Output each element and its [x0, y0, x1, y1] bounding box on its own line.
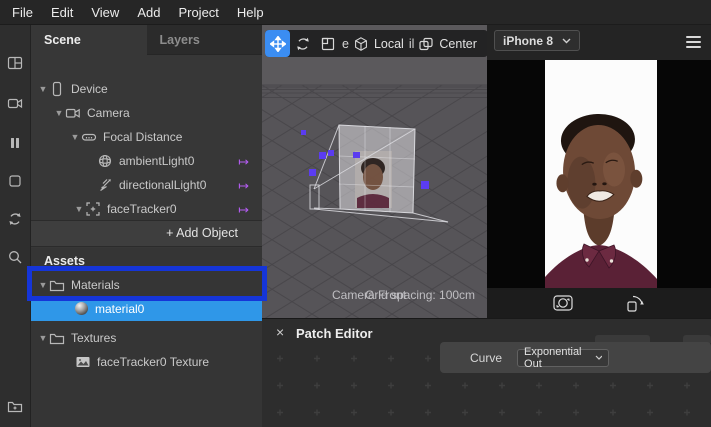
- chevron-down-icon[interactable]: ▼: [53, 108, 65, 118]
- tree-label: Camera: [87, 106, 130, 120]
- clipped-label-fragment: e: [342, 36, 349, 51]
- tree-row-ambient-light[interactable]: ambientLight0 ↦: [31, 149, 262, 173]
- grid-spacing-label: Grid spacing: 100cm: [365, 288, 476, 302]
- add-object-button[interactable]: + Add Object: [31, 220, 262, 247]
- curve-property-label: Curve: [470, 350, 503, 365]
- assets-label: faceTracker0 Texture: [97, 355, 210, 369]
- menu-project[interactable]: Project: [176, 5, 220, 20]
- rotate-device-icon[interactable]: [625, 293, 647, 313]
- cube-icon[interactable]: [351, 30, 371, 57]
- device-selector[interactable]: iPhone 8: [494, 30, 581, 51]
- tab-layers[interactable]: Layers: [146, 25, 262, 55]
- patch-editor-panel: × Patch Editor Curve Exponential Out: [262, 318, 711, 427]
- menu-bar: File Edit View Add Project Help: [0, 0, 711, 25]
- assets-row-textures[interactable]: ▼ Textures: [31, 327, 262, 349]
- tree-row-device[interactable]: ▼ Device: [31, 77, 262, 101]
- left-toolbar: [0, 25, 30, 427]
- tree-label: directionalLight0: [119, 178, 207, 192]
- pause-icon[interactable]: [7, 135, 23, 151]
- tree-row-directional-light[interactable]: directionalLight0 ↦: [31, 173, 262, 197]
- menu-file[interactable]: File: [10, 5, 35, 20]
- chevron-down-icon: [562, 38, 571, 43]
- menu-edit[interactable]: Edit: [49, 5, 75, 20]
- scale-tool-button[interactable]: [315, 30, 340, 57]
- center-icon[interactable]: [416, 30, 436, 57]
- menu-help[interactable]: Help: [235, 5, 266, 20]
- assets-row-facetracker-texture[interactable]: faceTracker0 Texture: [31, 351, 262, 373]
- camera-preview: [487, 60, 711, 288]
- patch-link-icon[interactable]: ↦: [238, 203, 249, 216]
- video-camera-icon[interactable]: [7, 95, 23, 111]
- search-icon[interactable]: [7, 249, 23, 265]
- texture-thumbnail-icon: [75, 354, 91, 370]
- viewport-canvas[interactable]: [262, 25, 487, 318]
- viewport-toolbar: e Local il Center: [265, 30, 487, 57]
- patch-link-icon[interactable]: ↦: [238, 155, 249, 168]
- move-tool-button[interactable]: [265, 30, 290, 57]
- stop-square-icon[interactable]: [7, 173, 23, 189]
- curve-dropdown[interactable]: Exponential Out: [517, 345, 610, 370]
- chevron-down-icon[interactable]: ▼: [37, 333, 49, 343]
- restart-icon[interactable]: [7, 211, 23, 227]
- focal-distance-icon: [81, 129, 97, 145]
- close-icon[interactable]: ×: [276, 324, 284, 340]
- ambient-light-icon: [97, 153, 113, 169]
- device-icon: [49, 81, 65, 97]
- simulator-panel: iPhone 8: [487, 25, 711, 318]
- scene-panel: Scene Layers ▼ Device ▼ Camera ▼ Focal D…: [30, 25, 262, 427]
- tree-label: Focal Distance: [103, 130, 183, 144]
- add-asset-icon[interactable]: [7, 398, 23, 414]
- menu-icon[interactable]: [686, 36, 701, 51]
- chevron-down-icon[interactable]: ▼: [69, 132, 81, 142]
- tree-label: Device: [71, 82, 108, 96]
- simulator-header: iPhone 8: [487, 25, 711, 60]
- patch-node-curve[interactable]: Curve Exponential Out: [440, 342, 711, 373]
- menu-view[interactable]: View: [89, 5, 121, 20]
- device-selector-label: iPhone 8: [503, 33, 554, 48]
- tree-row-face-tracker[interactable]: ▼ faceTracker0 ↦: [31, 197, 262, 221]
- material-sphere-icon: [75, 302, 88, 315]
- tree-label: ambientLight0: [119, 154, 195, 168]
- selection-annotation-box: [27, 266, 267, 301]
- orientation-mode-label[interactable]: Local: [374, 37, 404, 51]
- spark-ar-studio-window: File Edit View Add Project Help Scene La…: [0, 0, 711, 427]
- curve-dropdown-value: Exponential Out: [524, 345, 582, 370]
- rotate-tool-button[interactable]: [290, 30, 315, 57]
- chevron-down-icon[interactable]: ▼: [37, 84, 49, 94]
- scene-layers-tabs: Scene Layers: [31, 25, 262, 55]
- directional-light-icon: [97, 177, 113, 193]
- camera-flip-icon[interactable]: [552, 293, 574, 313]
- layout-panels-icon[interactable]: [7, 55, 23, 71]
- folder-icon: [49, 330, 65, 346]
- chevron-down-icon[interactable]: ▼: [73, 204, 85, 214]
- menu-add[interactable]: Add: [135, 5, 162, 20]
- camera-icon: [65, 105, 81, 121]
- simulator-bottom-bar: [487, 288, 711, 318]
- assets-label: Textures: [71, 331, 117, 345]
- tree-label: faceTracker0: [107, 202, 177, 216]
- tab-scene[interactable]: Scene: [31, 25, 147, 55]
- patch-link-icon[interactable]: ↦: [238, 179, 249, 192]
- patch-editor-title: Patch Editor: [296, 326, 373, 341]
- assets-label: material0: [95, 301, 145, 316]
- face-tracker-icon: [85, 201, 101, 217]
- tree-row-focal-distance[interactable]: ▼ Focal Distance: [31, 125, 262, 149]
- camera-feed-preview: [355, 151, 392, 208]
- clipped-label-fragment: il: [408, 36, 415, 51]
- chevron-down-icon: [595, 355, 603, 360]
- tree-row-camera[interactable]: ▼ Camera: [31, 101, 262, 125]
- pivot-mode-label[interactable]: Center: [439, 37, 477, 51]
- viewport-3d[interactable]: e Local il Center Camera Front Grid spac…: [262, 25, 487, 318]
